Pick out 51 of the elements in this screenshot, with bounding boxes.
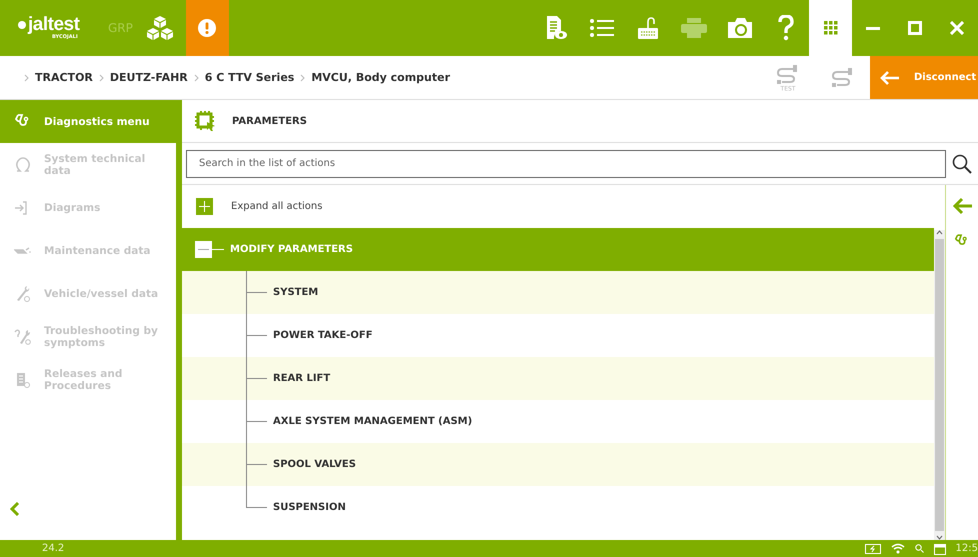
arrow-left-icon [880, 70, 900, 86]
clock-label: 12:5 [956, 543, 978, 554]
plus-icon [199, 201, 210, 212]
chevron-icon [194, 74, 199, 82]
omega-icon [14, 156, 32, 173]
breadcrumb-item[interactable]: MVCU, Body computer [311, 71, 450, 84]
app-logo: jaltest [28, 16, 80, 34]
alert-icon[interactable] [198, 19, 216, 37]
tree-item[interactable]: SYSTEM [182, 271, 934, 314]
camera-icon[interactable] [727, 17, 753, 39]
tree-item[interactable]: REAR LIFT [182, 357, 934, 400]
list-icon[interactable] [590, 18, 614, 38]
maximize-icon[interactable] [908, 21, 922, 35]
expand-all-label[interactable]: Expand all actions [231, 201, 322, 212]
tree-item[interactable]: SUSPENSION [182, 486, 934, 529]
apps-grid-icon[interactable] [824, 21, 838, 35]
scroll-down-icon[interactable] [936, 535, 943, 540]
wrench-icon [14, 285, 32, 302]
chip-icon [194, 110, 216, 132]
expand-all-button[interactable] [196, 198, 213, 215]
back-arrow-icon[interactable] [952, 197, 972, 215]
search-icon[interactable] [952, 154, 972, 174]
keyboard-icon[interactable] [637, 16, 659, 40]
logo-dot-icon [18, 21, 26, 29]
breadcrumb-item[interactable]: 6 C TTV Series [204, 71, 294, 84]
calendar-icon [934, 542, 946, 554]
cubes-icon[interactable] [146, 15, 174, 41]
tree-item[interactable]: SPOOL VALVES [182, 443, 934, 486]
scroll-up-icon[interactable] [936, 230, 943, 235]
wifi-icon [890, 543, 905, 554]
breadcrumb-item[interactable]: TRACTOR [35, 71, 93, 84]
back-chevron-icon[interactable] [10, 502, 20, 516]
collapse-toggle[interactable] [195, 241, 212, 258]
chevron-icon [300, 74, 306, 82]
document-view-icon[interactable] [545, 15, 567, 41]
breadcrumb-item[interactable]: DEUTZ-FAHR [110, 71, 188, 84]
search-field[interactable]: Search in the list of actions [186, 150, 946, 178]
question-wrench-icon [14, 328, 32, 345]
scrollbar[interactable] [934, 230, 945, 540]
panel-title: PARAMETERS [232, 116, 307, 126]
connector-icon[interactable] [830, 68, 854, 88]
chevron-icon [98, 74, 104, 82]
group-label: GRP [107, 20, 134, 37]
version-label: 24.2 [42, 543, 64, 554]
printer-icon[interactable] [681, 18, 707, 38]
minimize-icon[interactable] [866, 26, 880, 30]
chevron-icon [24, 74, 29, 82]
close-icon[interactable] [950, 21, 964, 35]
document-icon [14, 371, 32, 388]
battery-icon [864, 544, 881, 554]
help-icon[interactable] [778, 15, 794, 41]
